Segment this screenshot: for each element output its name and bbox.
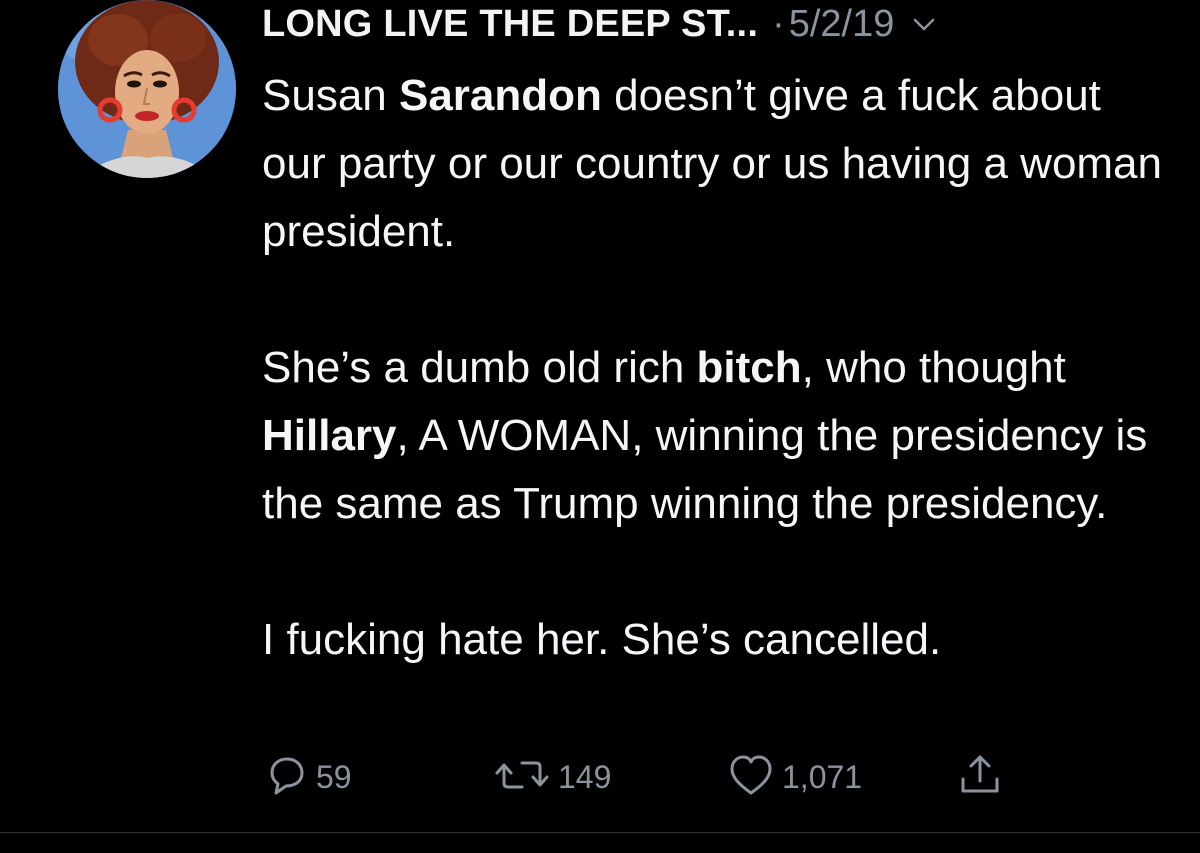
retweet-button[interactable]: 149 (492, 752, 611, 802)
tweet-paragraph-3: I fucking hate her. She’s cancelled. (262, 615, 942, 664)
tweet[interactable]: LONG LIVE THE DEEP ST... · 5/2/19 Susan … (0, 0, 1200, 853)
author-name[interactable]: LONG LIVE THE DEEP ST... (262, 3, 758, 46)
retweet-count: 149 (558, 758, 612, 795)
divider (0, 832, 1200, 833)
reply-icon (262, 751, 310, 804)
bold-text: bitch (696, 343, 802, 392)
retweet-icon (492, 751, 552, 804)
avatar[interactable] (58, 0, 236, 178)
tweet-header: LONG LIVE THE DEEP ST... · 5/2/19 (262, 2, 938, 46)
heart-icon (726, 751, 776, 804)
bold-text: Sarandon (398, 71, 602, 120)
text-run: She’s a dumb old rich (262, 343, 697, 392)
like-button[interactable]: 1,071 (726, 752, 862, 802)
reply-count: 59 (316, 758, 352, 795)
tweet-paragraph-1: Susan Sarandon doesn’t give a fuck about… (262, 62, 1162, 266)
tweet-actions: 59 149 1,071 (262, 752, 1022, 802)
date-separator: · (772, 2, 785, 45)
avatar-portrait (58, 0, 236, 178)
share-icon (956, 751, 1004, 804)
tweet-paragraph-2: She’s a dumb old rich bitch, who thought… (262, 334, 1162, 538)
tweet-text: Susan Sarandon doesn’t give a fuck about… (262, 62, 1162, 674)
text-run: Susan (262, 71, 399, 120)
reply-button[interactable]: 59 (262, 752, 352, 802)
share-button[interactable] (956, 752, 1004, 802)
bold-text: Hillary (262, 411, 397, 460)
like-count: 1,071 (782, 758, 863, 795)
tweet-date[interactable]: 5/2/19 (789, 3, 895, 46)
chevron-down-icon[interactable] (910, 10, 938, 38)
text-run: , who thought (801, 343, 1066, 392)
